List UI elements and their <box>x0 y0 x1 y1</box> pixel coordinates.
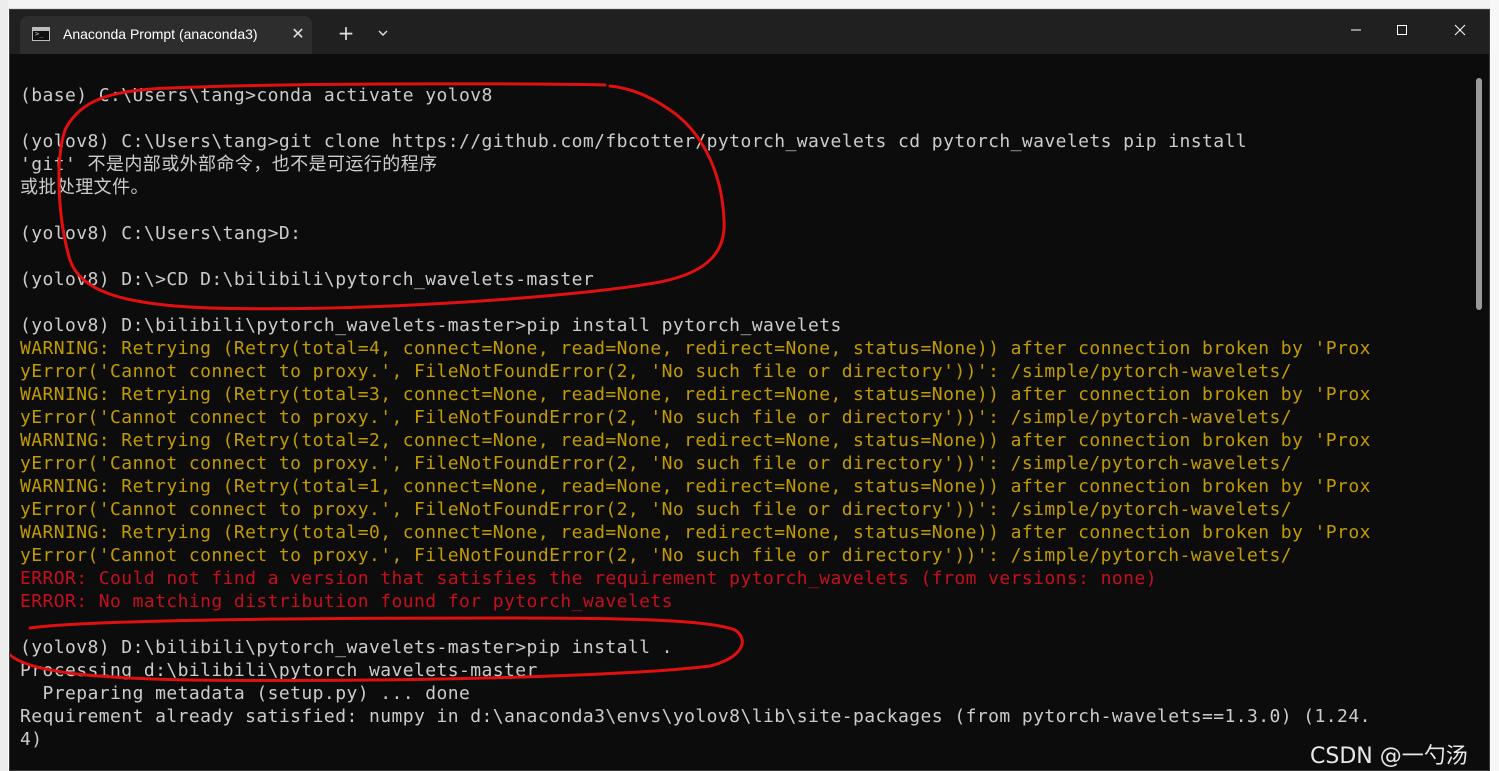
terminal-line: ERROR: No matching distribution found fo… <box>20 591 673 612</box>
tab-anaconda-prompt[interactable]: Anaconda Prompt (anaconda3) ✕ <box>20 16 312 54</box>
title-bar[interactable]: Anaconda Prompt (anaconda3) ✕ + <box>10 10 1489 54</box>
terminal-line: (yolov8) D:\bilibili\pytorch_wavelets-ma… <box>20 637 673 658</box>
terminal-line: Processing d:\bilibili\pytorch_wavelets-… <box>20 660 538 681</box>
tab-title: Anaconda Prompt (anaconda3) <box>63 26 258 42</box>
close-window-button[interactable] <box>1432 10 1488 50</box>
background-app-right-edge <box>1490 0 1499 771</box>
terminal-window: Anaconda Prompt (anaconda3) ✕ + (base) <box>9 9 1490 771</box>
terminal-line: yError('Cannot connect to proxy.', FileN… <box>20 407 1293 428</box>
terminal-line: Preparing metadata (setup.py) ... done <box>20 683 471 704</box>
terminal-line: (yolov8) D:\>CD D:\bilibili\pytorch_wave… <box>20 269 595 290</box>
terminal-line: 4) <box>20 729 43 750</box>
terminal-line: yError('Cannot connect to proxy.', FileN… <box>20 453 1293 474</box>
chevron-down-icon <box>378 30 388 36</box>
terminal-line: yError('Cannot connect to proxy.', FileN… <box>20 545 1293 566</box>
maximize-icon <box>1397 25 1407 35</box>
csdn-watermark: CSDN @一勺汤 <box>1310 744 1468 769</box>
terminal-line: yError('Cannot connect to proxy.', FileN… <box>20 361 1293 382</box>
terminal-line: WARNING: Retrying (Retry(total=0, connec… <box>20 522 1371 543</box>
terminal-line: (yolov8) D:\bilibili\pytorch_wavelets-ma… <box>20 315 842 336</box>
minimize-icon <box>1351 29 1361 31</box>
terminal-line: 'git' 不是内部或外部命令，也不是可运行的程序 <box>20 154 438 175</box>
maximize-button[interactable] <box>1374 10 1430 50</box>
terminal-line: yError('Cannot connect to proxy.', FileN… <box>20 499 1293 520</box>
terminal-line: (yolov8) C:\Users\tang>git clone https:/… <box>20 131 1248 152</box>
new-tab-button[interactable]: + <box>333 20 359 46</box>
background-app-left-edge <box>0 0 8 771</box>
terminal-line: WARNING: Retrying (Retry(total=3, connec… <box>20 384 1371 405</box>
tab-dropdown-button[interactable] <box>370 20 396 46</box>
terminal-line: Requirement already satisfied: numpy in … <box>20 706 1371 727</box>
vertical-scrollbar[interactable] <box>1476 78 1482 310</box>
terminal-output[interactable]: (base) C:\Users\tang>conda activate yolo… <box>20 84 1480 770</box>
terminal-line: WARNING: Retrying (Retry(total=1, connec… <box>20 476 1371 497</box>
terminal-line: ERROR: Could not find a version that sat… <box>20 568 1157 589</box>
close-icon <box>1454 24 1466 36</box>
terminal-line: 或批处理文件。 <box>20 177 149 198</box>
terminal-line: (yolov8) C:\Users\tang>D: <box>20 223 302 244</box>
terminal-icon <box>32 27 50 41</box>
tab-close-button[interactable]: ✕ <box>288 24 308 44</box>
terminal-line: WARNING: Retrying (Retry(total=4, connec… <box>20 338 1371 359</box>
terminal-line: WARNING: Retrying (Retry(total=2, connec… <box>20 430 1371 451</box>
background-window-edge <box>0 0 1499 9</box>
terminal-line: (base) C:\Users\tang>conda activate yolo… <box>20 85 493 106</box>
